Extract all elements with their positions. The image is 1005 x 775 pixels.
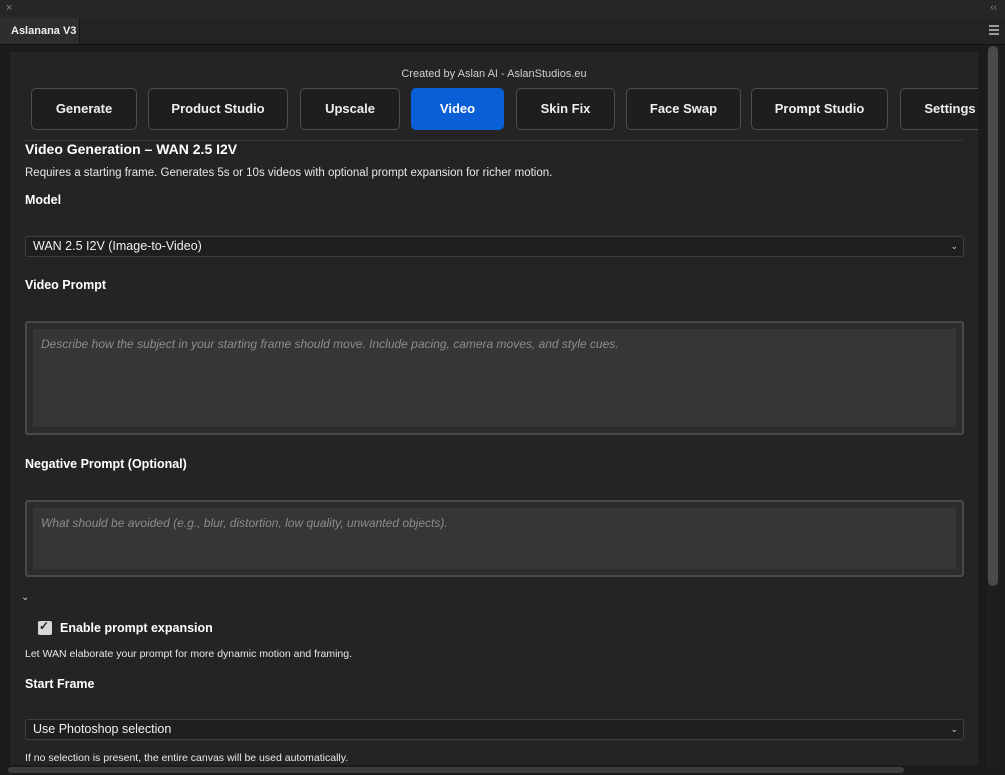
section-description: Requires a starting frame. Generates 5s …	[25, 167, 553, 179]
tab-face-swap[interactable]: Face Swap	[626, 88, 741, 130]
panel-content: Created by Aslan AI - AslanStudios.eu Ge…	[10, 52, 978, 765]
tab-upscale[interactable]: Upscale	[300, 88, 400, 130]
start-frame-select-value: Use Photoshop selection	[33, 722, 172, 736]
model-select-value: WAN 2.5 I2V (Image-to-Video)	[33, 239, 202, 253]
video-prompt-textarea[interactable]: Describe how the subject in your startin…	[25, 321, 964, 435]
chevron-down-icon: ⌄	[950, 241, 958, 251]
start-frame-label: Start Frame	[25, 677, 95, 691]
prompt-expansion-checkbox[interactable]: ✓	[38, 619, 52, 635]
tab-video[interactable]: Video	[411, 88, 504, 130]
collapse-panel-icon[interactable]: ‹‹	[990, 2, 997, 13]
prompt-expansion-help: Let WAN elaborate your prompt for more d…	[25, 648, 353, 660]
negative-prompt-textarea[interactable]: What should be avoided (e.g., blur, dist…	[25, 500, 964, 577]
model-label: Model	[25, 193, 62, 207]
panel-tab-aslanana[interactable]: Aslanana V3	[0, 18, 80, 44]
window-titlebar: × ‹‹	[0, 0, 1005, 18]
credit-text: Created by Aslan AI - AslanStudios.eu	[401, 68, 587, 80]
checkmark-icon: ✓	[39, 619, 50, 633]
prompt-expansion-label[interactable]: Enable prompt expansion	[60, 621, 213, 635]
video-prompt-label: Video Prompt	[25, 278, 107, 292]
tab-prompt-studio[interactable]: Prompt Studio	[751, 88, 888, 130]
tab-skin-fix[interactable]: Skin Fix	[516, 88, 615, 130]
start-frame-select[interactable]: Use Photoshop selection ⌄	[25, 719, 964, 740]
panel-tabbar: Aslanana V3	[0, 18, 1005, 45]
section-title: Video Generation – WAN 2.5 I2V	[25, 141, 238, 157]
vertical-scrollbar-thumb[interactable]	[988, 46, 998, 586]
video-prompt-placeholder: Describe how the subject in your startin…	[41, 337, 619, 351]
close-icon[interactable]: ×	[6, 2, 12, 14]
tab-product-studio[interactable]: Product Studio	[148, 88, 288, 130]
start-frame-help: If no selection is present, the entire c…	[25, 752, 349, 764]
horizontal-scrollbar-thumb[interactable]	[8, 767, 904, 773]
panel-menu-icon[interactable]	[989, 25, 999, 37]
expand-chevron-icon[interactable]: ⌄	[21, 592, 29, 603]
tab-generate[interactable]: Generate	[31, 88, 137, 130]
video-prompt-inner: Describe how the subject in your startin…	[33, 329, 956, 427]
tab-settings[interactable]: Settings	[900, 88, 978, 130]
negative-prompt-inner: What should be avoided (e.g., blur, dist…	[33, 508, 956, 569]
chevron-down-icon: ⌄	[950, 724, 958, 734]
negative-prompt-label: Negative Prompt (Optional)	[25, 457, 187, 471]
model-select[interactable]: WAN 2.5 I2V (Image-to-Video) ⌄	[25, 236, 964, 257]
negative-prompt-placeholder: What should be avoided (e.g., blur, dist…	[41, 516, 448, 530]
